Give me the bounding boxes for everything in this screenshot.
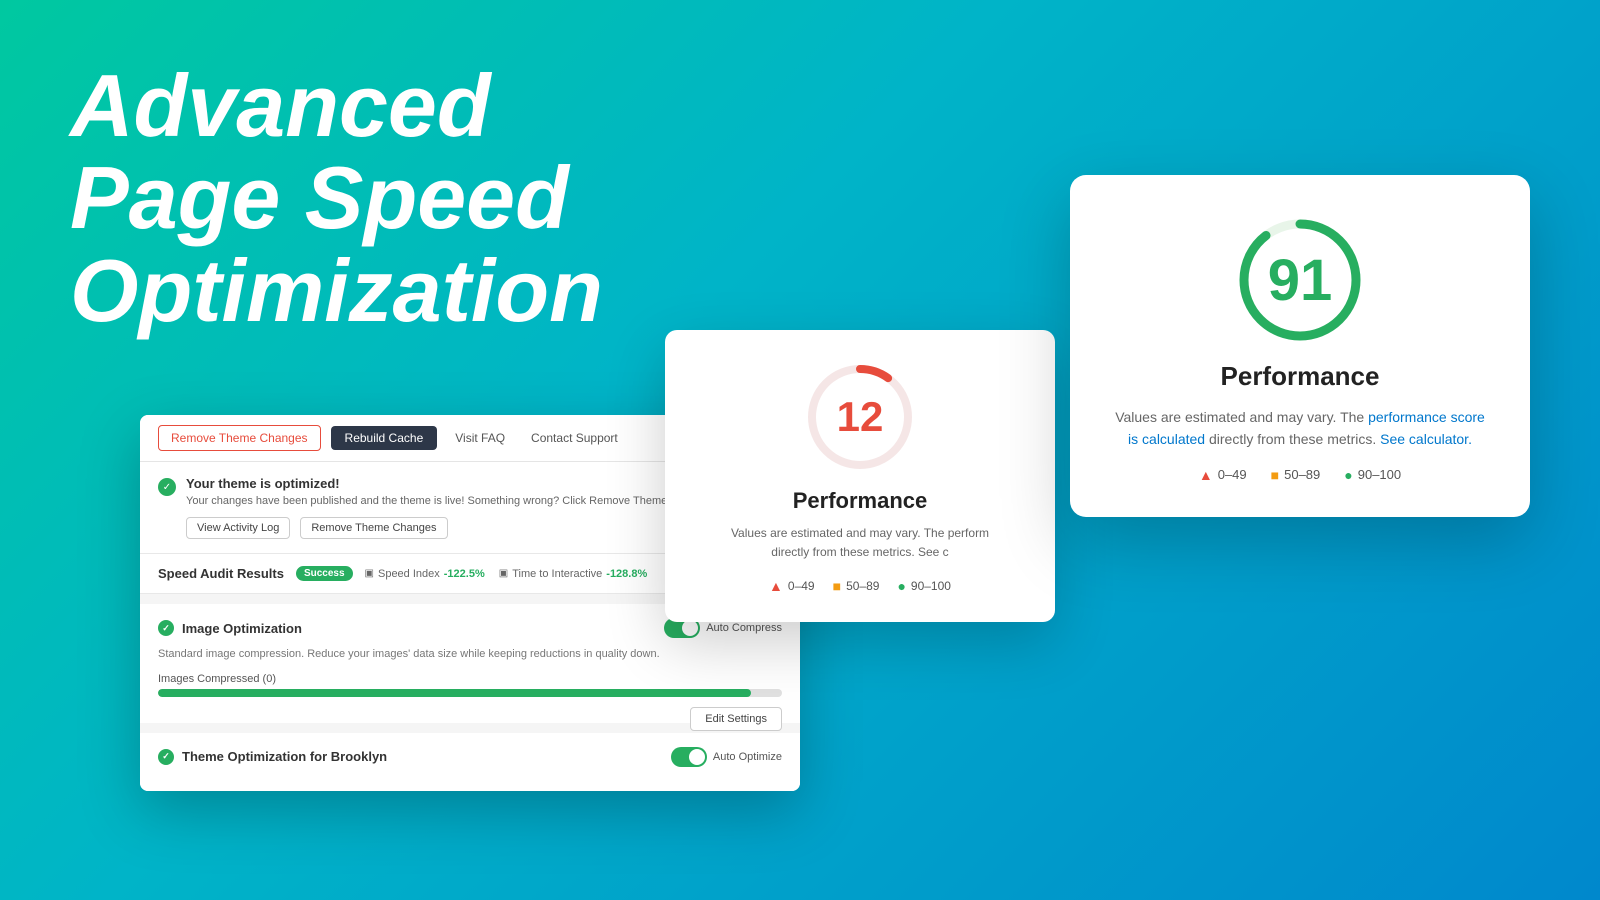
- score-circle-wrap-12: 12: [695, 362, 1025, 472]
- edit-settings-button[interactable]: Edit Settings: [690, 707, 782, 731]
- legend-range-yellow-12: 50–89: [846, 579, 879, 593]
- speed-index-metric: ▣ Speed Index -122.5%: [365, 568, 485, 580]
- legend-item-green-91: ● 90–100: [1344, 467, 1401, 483]
- success-desc: Your changes have been published and the…: [186, 494, 727, 509]
- progress-bar: [158, 689, 782, 697]
- hero-title: Advanced Page Speed Optimization: [70, 60, 603, 337]
- tti-label: Time to Interactive: [512, 568, 602, 580]
- legend-91: ▲ 0–49 ■ 50–89 ● 90–100: [1110, 467, 1490, 483]
- score-number-12: 12: [837, 393, 884, 441]
- perf-desc-91: Values are estimated and may vary. The p…: [1110, 406, 1490, 451]
- score-circle-91: 91: [1235, 215, 1365, 345]
- see-calculator-link[interactable]: See calculator.: [1380, 431, 1472, 447]
- hero-line2: Page Speed: [70, 152, 603, 244]
- speed-index-val: -122.5%: [444, 568, 485, 580]
- auto-optimize-toggle[interactable]: [671, 747, 707, 767]
- score-circle-wrap-91: 91: [1110, 215, 1490, 345]
- speed-audit-label: Speed Audit Results: [158, 566, 284, 581]
- performance-card-12: 12 Performance Values are estimated and …: [665, 330, 1055, 622]
- rebuild-cache-button[interactable]: Rebuild Cache: [331, 426, 438, 450]
- remove-theme-changes-button2[interactable]: Remove Theme Changes: [300, 517, 447, 539]
- theme-optimization-section: ✓ Theme Optimization for Brooklyn Auto O…: [140, 733, 800, 791]
- image-optimization-check-icon: ✓: [158, 620, 174, 636]
- auto-compress-label: Auto Compress: [706, 622, 782, 634]
- contact-support-button[interactable]: Contact Support: [523, 426, 626, 450]
- view-activity-log-button[interactable]: View Activity Log: [186, 517, 290, 539]
- tti-icon: ▣: [499, 568, 508, 579]
- perf-desc-12: Values are estimated and may vary. The p…: [695, 524, 1025, 562]
- legend-range-green-12: 90–100: [911, 579, 951, 593]
- progress-label: Images Compressed (0): [158, 673, 782, 685]
- success-text: Your theme is optimized! Your changes ha…: [186, 476, 727, 539]
- legend-dot-red-12: ▲: [769, 578, 783, 594]
- image-optimization-title: Image Optimization: [182, 621, 302, 636]
- theme-optimization-check-icon: ✓: [158, 749, 174, 765]
- speed-audit-badge: Success: [296, 566, 353, 581]
- legend-12: ▲ 0–49 ■ 50–89 ● 90–100: [695, 578, 1025, 594]
- progress-bar-fill: [158, 689, 751, 697]
- tti-val: -128.8%: [606, 568, 647, 580]
- legend-dot-yellow-12: ■: [833, 578, 841, 594]
- perf-desc-text2-12: directly from these metrics. See c: [771, 545, 948, 559]
- legend-dot-green-91: ●: [1344, 467, 1352, 483]
- remove-theme-changes-button[interactable]: Remove Theme Changes: [158, 425, 321, 451]
- hero-line1: Advanced: [70, 60, 603, 152]
- visit-faq-button[interactable]: Visit FAQ: [447, 426, 513, 450]
- performance-card-91: 91 Performance Values are estimated and …: [1070, 175, 1530, 517]
- legend-dot-red-91: ▲: [1199, 467, 1213, 483]
- legend-range-red-12: 0–49: [788, 579, 815, 593]
- tti-metric: ▣ Time to Interactive -128.8%: [499, 568, 648, 580]
- score-circle-12: 12: [805, 362, 915, 472]
- success-check-icon: ✓: [158, 478, 176, 496]
- legend-item-green-12: ● 90–100: [897, 578, 951, 594]
- success-actions: View Activity Log Remove Theme Changes: [186, 517, 727, 539]
- image-optimization-title-wrap: ✓ Image Optimization: [158, 620, 302, 636]
- theme-optimization-title: Theme Optimization for Brooklyn: [182, 749, 387, 764]
- image-optimization-desc: Standard image compression. Reduce your …: [158, 646, 782, 663]
- legend-item-red-12: ▲ 0–49: [769, 578, 815, 594]
- speed-index-label: Speed Index: [378, 568, 440, 580]
- success-title: Your theme is optimized!: [186, 476, 727, 491]
- legend-item-yellow-91: ■ 50–89: [1271, 467, 1321, 483]
- theme-optimization-title-wrap: ✓ Theme Optimization for Brooklyn: [158, 749, 387, 765]
- legend-range-red-91: 0–49: [1218, 467, 1247, 482]
- legend-dot-green-12: ●: [897, 578, 905, 594]
- auto-optimize-toggle-wrap: Auto Optimize: [671, 747, 782, 767]
- perf-desc-text-12: Values are estimated and may vary. The p…: [731, 526, 989, 540]
- speed-index-icon: ▣: [365, 568, 374, 579]
- legend-range-yellow-91: 50–89: [1284, 467, 1320, 482]
- score-number-91: 91: [1268, 247, 1333, 314]
- legend-dot-yellow-91: ■: [1271, 467, 1279, 483]
- auto-optimize-label: Auto Optimize: [713, 751, 782, 763]
- legend-item-red-91: ▲ 0–49: [1199, 467, 1247, 483]
- image-optimization-section: ✓ Image Optimization Auto Compress Stand…: [140, 604, 800, 723]
- perf-title-91: Performance: [1110, 361, 1490, 392]
- theme-optimization-header: ✓ Theme Optimization for Brooklyn Auto O…: [158, 747, 782, 767]
- legend-range-green-91: 90–100: [1358, 467, 1401, 482]
- hero-line3: Optimization: [70, 245, 603, 337]
- perf-title-12: Performance: [695, 488, 1025, 514]
- legend-item-yellow-12: ■ 50–89: [833, 578, 880, 594]
- speed-metrics: ▣ Speed Index -122.5% ▣ Time to Interact…: [365, 568, 648, 580]
